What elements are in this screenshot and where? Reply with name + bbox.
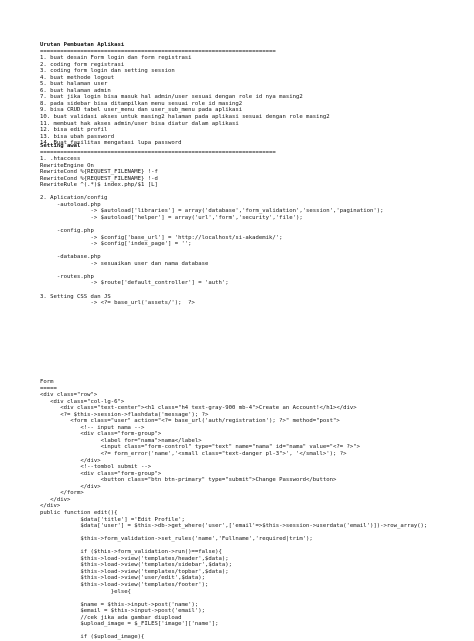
code-line: if ($upload_image){ bbox=[40, 634, 145, 641]
section-app-steps: Urutan Pembuatan Aplikasi ==============… bbox=[40, 42, 460, 147]
document-page: Urutan Pembuatan Aplikasi ==============… bbox=[0, 0, 474, 640]
code-line: $data['user'] = $this->db->get_where('us… bbox=[40, 523, 428, 530]
section-edit-function: public function edit(){ $data['title'] =… bbox=[40, 510, 460, 641]
section-initial-setup: Setting awal ===========================… bbox=[40, 143, 460, 307]
section-form: Form ===== <div class="row"> <div class=… bbox=[40, 379, 460, 510]
code-line: -> <?= base_url('assets/'); ?> bbox=[40, 300, 195, 307]
code-line: </div> bbox=[40, 503, 61, 510]
